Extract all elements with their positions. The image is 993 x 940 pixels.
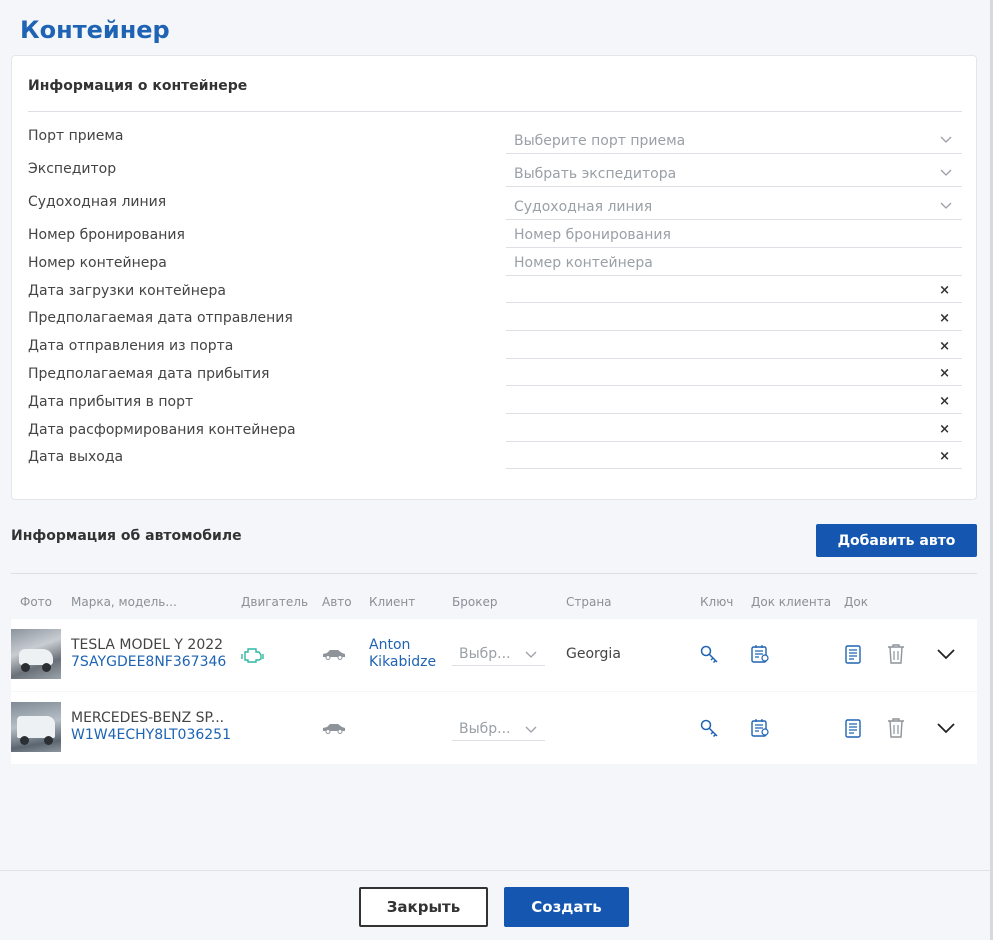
clear-icon[interactable]: × xyxy=(939,422,950,437)
client-document-icon[interactable] xyxy=(750,718,770,738)
column-header-client: Клиент xyxy=(369,595,416,609)
expand-chevron-icon[interactable] xyxy=(936,722,956,734)
column-header-model: Марка, модель... xyxy=(71,595,177,609)
car-model: MERCEDES-BENZ SP... xyxy=(71,710,225,726)
estimated-departure-input[interactable]: × xyxy=(506,305,962,331)
field-label-loading-date: Дата загрузки контейнера xyxy=(28,283,226,299)
port-departure-input[interactable]: × xyxy=(506,333,962,359)
column-header-key: Ключ xyxy=(700,595,734,609)
document-icon[interactable] xyxy=(844,644,862,665)
broker-placeholder: Выбр... xyxy=(459,646,511,662)
column-header-car: Авто xyxy=(322,595,352,609)
trash-icon[interactable] xyxy=(886,643,906,665)
chevron-down-icon xyxy=(525,726,537,733)
close-button[interactable]: Закрыть xyxy=(359,887,488,927)
chevron-down-icon xyxy=(525,651,537,658)
create-button[interactable]: Создать xyxy=(504,887,629,927)
clear-icon[interactable]: × xyxy=(939,366,950,381)
trash-icon[interactable] xyxy=(886,717,906,739)
table-row: MERCEDES-BENZ SP... W1W4ECHY8LT036251 Вы… xyxy=(11,692,977,764)
footer-divider xyxy=(0,870,990,871)
column-header-country: Страна xyxy=(566,595,612,609)
column-header-doc: Док xyxy=(844,595,868,609)
loading-date-input[interactable]: × xyxy=(506,277,962,303)
chevron-down-icon xyxy=(940,136,952,143)
container-number-input[interactable]: Номер контейнера xyxy=(506,250,962,276)
clear-icon[interactable]: × xyxy=(939,339,950,354)
field-label-port-arrival: Дата прибытия в порт xyxy=(28,394,194,410)
car-icon xyxy=(323,650,345,660)
clear-icon[interactable]: × xyxy=(939,449,950,464)
key-icon[interactable] xyxy=(699,644,719,664)
country: Georgia xyxy=(566,646,621,662)
divider xyxy=(11,573,977,574)
key-icon[interactable] xyxy=(699,718,719,738)
chevron-down-icon xyxy=(940,202,952,209)
expand-chevron-icon[interactable] xyxy=(936,648,956,660)
car-vin-link[interactable]: 7SAYGDEE8NF367346 xyxy=(71,654,226,670)
booking-number-input[interactable]: Номер бронирования xyxy=(506,222,962,248)
client-document-icon[interactable] xyxy=(750,644,770,664)
table-row: TESLA MODEL Y 2022 7SAYGDEE8NF367346 Ant… xyxy=(11,619,977,691)
broker-placeholder: Выбр... xyxy=(459,721,511,737)
field-label-container-disbanding: Дата расформирования контейнера xyxy=(28,422,296,438)
column-header-engine: Двигатель xyxy=(241,595,309,609)
engine-icon xyxy=(241,648,264,663)
car-icon xyxy=(323,724,345,734)
container-disbanding-input[interactable]: × xyxy=(506,416,962,442)
car-vin-link[interactable]: W1W4ECHY8LT036251 xyxy=(71,727,231,743)
clear-icon[interactable]: × xyxy=(939,283,950,298)
client-last-name: Kikabidze xyxy=(369,654,437,670)
field-label-container-number: Номер контейнера xyxy=(28,255,167,271)
field-label-port-departure: Дата отправления из порта xyxy=(28,338,234,354)
divider xyxy=(28,111,962,112)
broker-select[interactable]: Выбр... xyxy=(452,644,545,666)
field-label-forwarder: Экспедитор xyxy=(28,161,117,177)
field-label-shipping-line: Судоходная линия xyxy=(28,194,167,210)
container-info-card: Информация о контейнере Порт приема Выбе… xyxy=(11,55,977,500)
broker-select[interactable]: Выбр... xyxy=(452,719,545,741)
exit-date-input[interactable]: × xyxy=(506,443,962,469)
field-label-estimated-departure: Предполагаемая дата отправления xyxy=(28,310,293,326)
shipping-line-placeholder: Судоходная линия xyxy=(514,199,653,215)
page-title: Контейнер xyxy=(20,16,170,44)
chevron-down-icon xyxy=(940,169,952,176)
forwarder-select[interactable]: Выбрать экспедитора xyxy=(506,161,962,187)
field-label-exit-date: Дата выхода xyxy=(28,449,124,465)
clear-icon[interactable]: × xyxy=(939,311,950,326)
shipping-line-select[interactable]: Судоходная линия xyxy=(506,194,962,220)
container-info-title: Информация о контейнере xyxy=(28,78,248,94)
container-number-placeholder: Номер контейнера xyxy=(514,255,653,271)
reception-port-placeholder: Выберите порт приема xyxy=(514,133,686,149)
client-link[interactable]: Anton Kikabidze xyxy=(369,637,436,671)
field-label-booking-number: Номер бронирования xyxy=(28,227,185,243)
document-icon[interactable] xyxy=(844,718,862,739)
column-header-client-doc: Док клиента xyxy=(751,595,832,609)
add-car-button[interactable]: Добавить авто xyxy=(816,524,977,557)
field-label-estimated-arrival: Предполагаемая дата прибытия xyxy=(28,366,270,382)
car-photo[interactable] xyxy=(11,702,61,752)
forwarder-placeholder: Выбрать экспедитора xyxy=(514,166,677,182)
booking-number-placeholder: Номер бронирования xyxy=(514,227,671,243)
column-header-photo: Фото xyxy=(20,595,53,609)
clear-icon[interactable]: × xyxy=(939,394,950,409)
estimated-arrival-input[interactable]: × xyxy=(506,360,962,386)
car-photo[interactable] xyxy=(11,629,61,679)
field-label-reception-port: Порт приема xyxy=(28,128,124,144)
vehicle-info-title: Информация об автомобиле xyxy=(11,528,242,544)
client-first-name: Anton xyxy=(369,637,411,653)
reception-port-select[interactable]: Выберите порт приема xyxy=(506,128,962,154)
port-arrival-input[interactable]: × xyxy=(506,388,962,414)
column-header-broker: Брокер xyxy=(452,595,498,609)
car-model: TESLA MODEL Y 2022 xyxy=(71,637,224,653)
